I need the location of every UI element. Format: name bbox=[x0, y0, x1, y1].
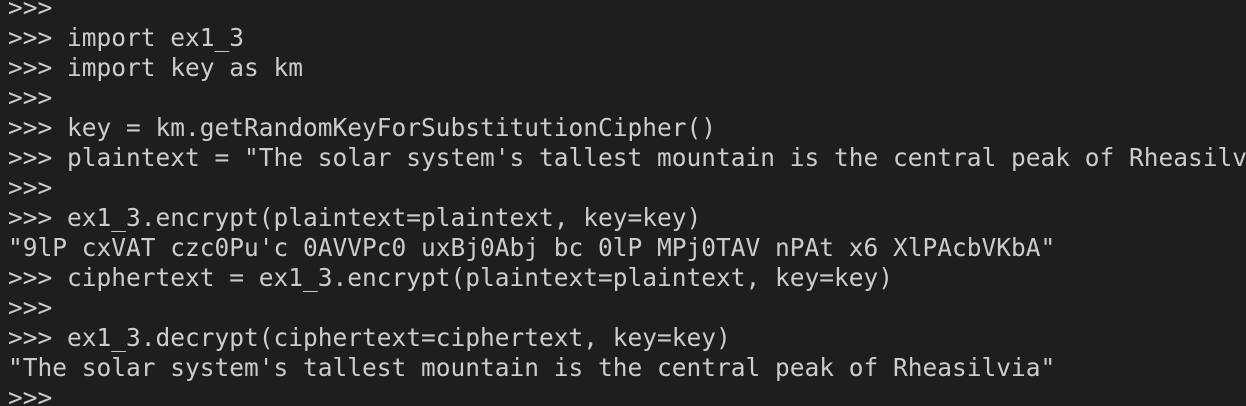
output-line-ciphertext: "9lP cxVAT czc0Pu'c 0AVVPc0 uxBj0Abj bc … bbox=[8, 233, 1056, 262]
prompt-line: >>> bbox=[8, 83, 53, 112]
terminal-output: >>> >>> import ex1_3 >>> import key as k… bbox=[8, 0, 1246, 406]
command-line-decrypt: >>> ex1_3.decrypt(ciphertext=ciphertext,… bbox=[8, 323, 731, 352]
prompt-line: >>> bbox=[8, 173, 53, 202]
python-repl-terminal[interactable]: >>> >>> import ex1_3 >>> import key as k… bbox=[0, 0, 1246, 406]
command-line-plaintext: >>> plaintext = "The solar system's tall… bbox=[8, 143, 1246, 172]
command-line-import-ex1-3: >>> import ex1_3 bbox=[8, 23, 245, 52]
command-line-import-key: >>> import key as km bbox=[8, 53, 304, 82]
output-line-plaintext: "The solar system's tallest mountain is … bbox=[8, 353, 1056, 382]
command-line-get-key: >>> key = km.getRandomKeyForSubstitution… bbox=[8, 113, 717, 142]
prompt-line: >>> bbox=[8, 293, 53, 322]
command-line-assign-ciphertext: >>> ciphertext = ex1_3.encrypt(plaintext… bbox=[8, 263, 894, 292]
command-line-encrypt: >>> ex1_3.encrypt(plaintext=plaintext, k… bbox=[8, 203, 702, 232]
prompt-line: >>> bbox=[8, 0, 53, 22]
active-prompt-line[interactable]: >>> bbox=[8, 383, 1246, 406]
